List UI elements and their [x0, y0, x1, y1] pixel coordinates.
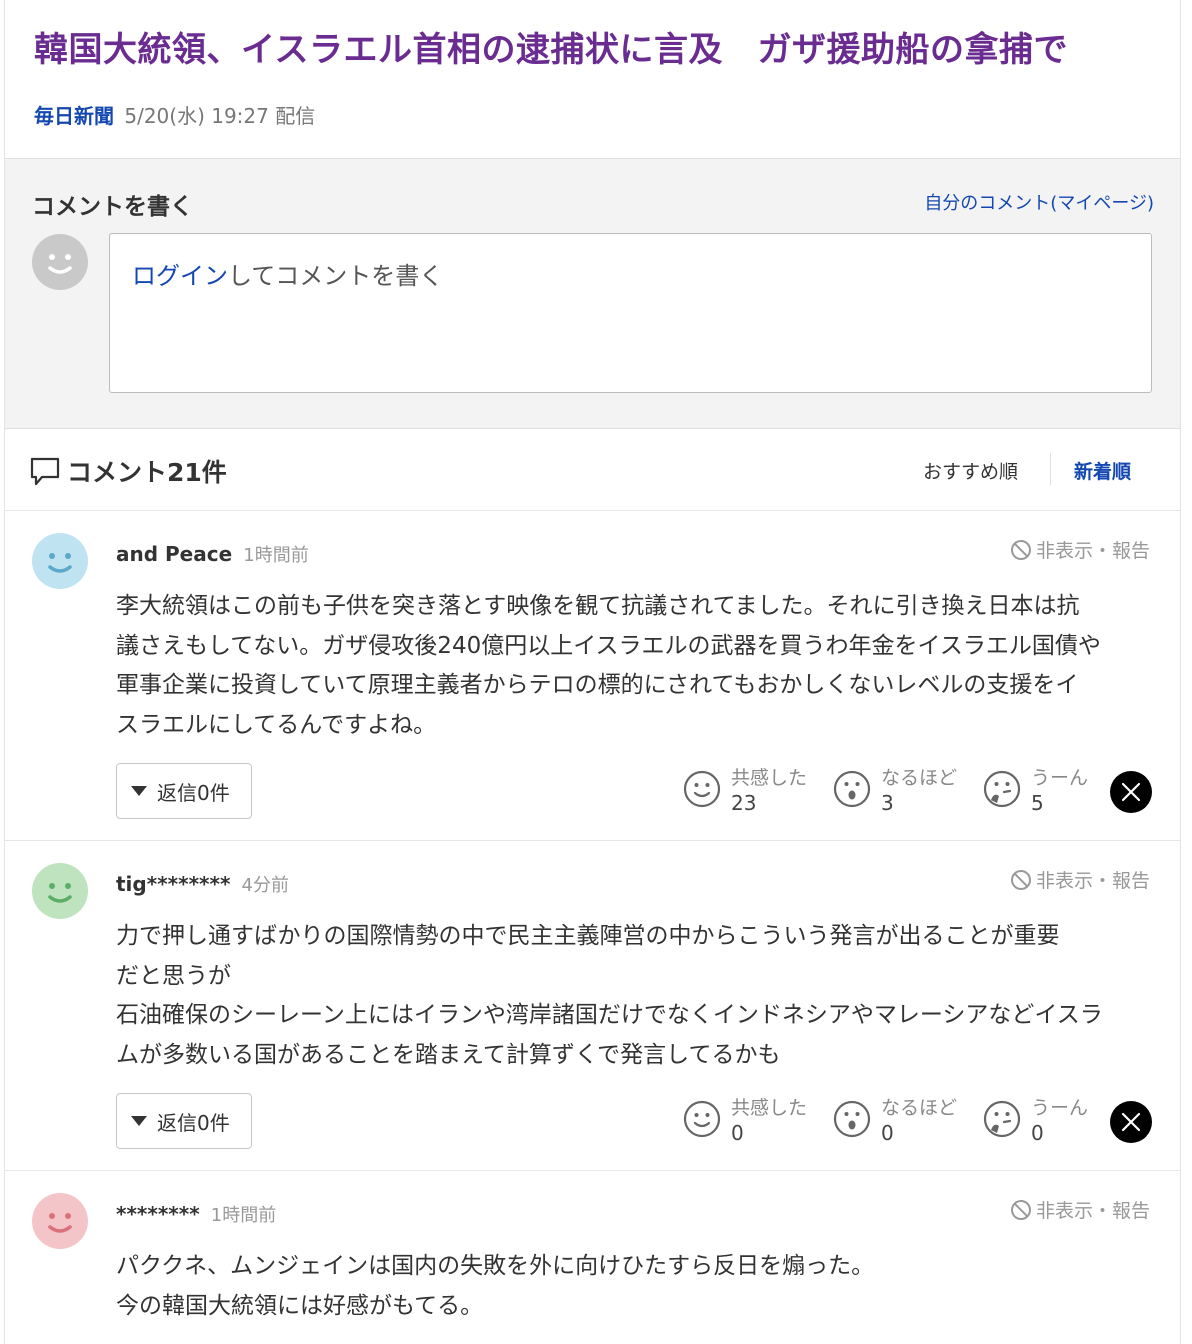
thinking-face-icon — [983, 770, 1021, 808]
hide-report-label: 非表示・報告 — [1035, 1200, 1150, 1222]
smile-face-icon — [683, 1100, 721, 1138]
comment-count: コメント21件 — [67, 458, 227, 487]
hide-report-button[interactable]: 非表示・報告 — [1010, 866, 1150, 893]
empathy-label: 共感した — [731, 1097, 808, 1119]
avatar[interactable] — [32, 533, 88, 589]
reply-toggle-button[interactable]: 返信0件 — [116, 1093, 252, 1149]
triangle-down-icon — [131, 1116, 147, 1126]
publish-time: 5/20(水) 19:27 配信 — [124, 104, 316, 128]
insight-reaction-button[interactable]: なるほど 3 — [833, 763, 963, 819]
comment-line: ムが多数いる国があることを踏まえて計算ずくで発言してるかも — [116, 1041, 781, 1068]
comment-line: 石油確保のシーレーン上にはイランや湾岸諸国だけでなくインドネシアやマレーシアなど… — [116, 1002, 1103, 1028]
surprised-face-icon — [833, 1100, 871, 1138]
my-comments-link[interactable]: 自分のコメント(マイページ) — [924, 189, 1154, 215]
reply-count-label: 返信0件 — [157, 780, 230, 805]
comment-prompt: ログインしてコメントを書く — [132, 256, 443, 291]
default-avatar-icon — [48, 254, 72, 274]
avatar[interactable] — [32, 1193, 88, 1249]
insight-count: 0 — [881, 1121, 894, 1145]
comment-author[interactable]: and Peace — [116, 542, 232, 566]
comment-line: 議さえもしてない。ガザ侵攻後240億円以上イスラエルの武器を買うわ年金をイスラエ… — [116, 632, 1101, 659]
avatar — [32, 234, 88, 290]
surprised-face-icon — [833, 770, 871, 808]
share-x-button[interactable] — [1110, 771, 1152, 813]
hmm-label: うーん — [1031, 1097, 1089, 1119]
comment-body: 李大統領はこの前も子供を突き落とす映像を観て抗議されてました。それに引き換え日本… — [116, 587, 1156, 745]
comment-line: スラエルにしてるんですよね。 — [116, 711, 437, 738]
smiley-avatar-icon — [48, 1213, 72, 1233]
reply-count-label: 返信0件 — [157, 1110, 230, 1135]
thinking-face-icon — [983, 1100, 1021, 1138]
comment-line: 力で押し通すばかりの国際情勢の中で民主主義陣営の中からこういう発言が出ることが重… — [116, 923, 1060, 949]
sort-recommended-tab[interactable]: おすすめ順 — [923, 457, 1018, 484]
comment-line: 今の韓国大統領には好感がもてる。 — [116, 1292, 484, 1319]
block-icon — [1010, 1199, 1031, 1220]
article-meta: 毎日新聞 5/20(水) 19:27 配信 — [34, 100, 315, 129]
hide-report-button[interactable]: 非表示・報告 — [1010, 1196, 1150, 1223]
comment-time: 1時間前 — [243, 545, 309, 566]
insight-label: なるほど — [881, 1097, 958, 1119]
comment-item: tig******** 4分前 非表示・報告 力で押し通すばかりの国際情勢の中で… — [5, 841, 1180, 1171]
comment-line: だと思うが — [116, 962, 231, 989]
source-link[interactable]: 毎日新聞 — [34, 104, 114, 128]
hmm-count: 0 — [1031, 1121, 1044, 1145]
comment-input-box[interactable]: ログインしてコメントを書く — [109, 233, 1152, 393]
insight-count: 3 — [881, 791, 894, 815]
insight-label: なるほど — [881, 767, 958, 789]
empathy-count: 0 — [731, 1121, 744, 1145]
triangle-down-icon — [131, 786, 147, 796]
comment-author-line: ******** 1時間前 — [116, 1201, 276, 1227]
x-logo-icon — [1121, 782, 1141, 802]
insight-reaction-button[interactable]: なるほど 0 — [833, 1093, 963, 1149]
comment-item: and Peace 1時間前 非表示・報告 李大統領はこの前も子供を突き落とす映… — [5, 511, 1180, 841]
hide-report-label: 非表示・報告 — [1035, 540, 1150, 562]
empathy-reaction-button[interactable]: 共感した 0 — [683, 1093, 813, 1149]
hmm-count: 5 — [1031, 791, 1044, 815]
x-logo-icon — [1121, 1112, 1141, 1132]
smile-face-icon — [683, 770, 721, 808]
block-icon — [1010, 869, 1031, 890]
write-comment-section: コメントを書く 自分のコメント(マイページ) ログインしてコメントを書く — [5, 158, 1180, 429]
empathy-reaction-button[interactable]: 共感した 23 — [683, 763, 813, 819]
login-link[interactable]: ログイン — [132, 262, 228, 290]
speech-bubble-icon — [30, 457, 60, 486]
comment-line: パククネ、ムンジェインは国内の失敗を外に向けひたすら反日を煽った。 — [116, 1253, 875, 1279]
comment-author[interactable]: tig******** — [116, 872, 230, 896]
sort-divider — [1050, 453, 1051, 485]
hmm-reaction-button[interactable]: うーん 0 — [983, 1093, 1093, 1149]
comment-author[interactable]: ******** — [116, 1202, 200, 1226]
hmm-label: うーん — [1031, 767, 1089, 789]
comment-time: 4分前 — [241, 875, 289, 896]
avatar[interactable] — [32, 863, 88, 919]
write-comment-heading: コメントを書く — [32, 194, 193, 220]
comment-body: パククネ、ムンジェインは国内の失敗を外に向けひたすら反日を煽った。 今の韓国大統… — [116, 1247, 1156, 1326]
sort-newest-tab[interactable]: 新着順 — [1074, 457, 1131, 484]
block-icon — [1010, 539, 1031, 560]
comment-line: 軍事企業に投資していて原理主義者からテロの標的にされてもおかしくないレベルの支援… — [116, 672, 1079, 698]
hide-report-button[interactable]: 非表示・報告 — [1010, 536, 1150, 563]
comment-line: 李大統領はこの前も子供を突き落とす映像を観て抗議されてました。それに引き換え日本… — [116, 593, 1080, 619]
comment-item: ******** 1時間前 非表示・報告 パククネ、ムンジェインは国内の失敗を外… — [5, 1171, 1180, 1344]
empathy-label: 共感した — [731, 767, 808, 789]
comment-list-header: コメント21件 おすすめ順 新着順 — [5, 429, 1180, 511]
share-x-button[interactable] — [1110, 1101, 1152, 1143]
empathy-count: 23 — [731, 791, 757, 815]
comment-body: 力で押し通すばかりの国際情勢の中で民主主義陣営の中からこういう発言が出ることが重… — [116, 917, 1156, 1075]
reply-toggle-button[interactable]: 返信0件 — [116, 763, 252, 819]
smiley-avatar-icon — [48, 553, 72, 573]
comment-author-line: tig******** 4分前 — [116, 871, 289, 897]
article-title[interactable]: 韓国大統領、イスラエル首相の逮捕状に言及 ガザ援助船の拿捕で — [34, 22, 1068, 71]
hmm-reaction-button[interactable]: うーん 5 — [983, 763, 1093, 819]
comment-prompt-text: してコメントを書く — [228, 262, 444, 290]
comment-time: 1時間前 — [210, 1205, 277, 1226]
comment-author-line: and Peace 1時間前 — [116, 541, 309, 567]
hide-report-label: 非表示・報告 — [1035, 870, 1150, 892]
smiley-avatar-icon — [48, 883, 72, 903]
